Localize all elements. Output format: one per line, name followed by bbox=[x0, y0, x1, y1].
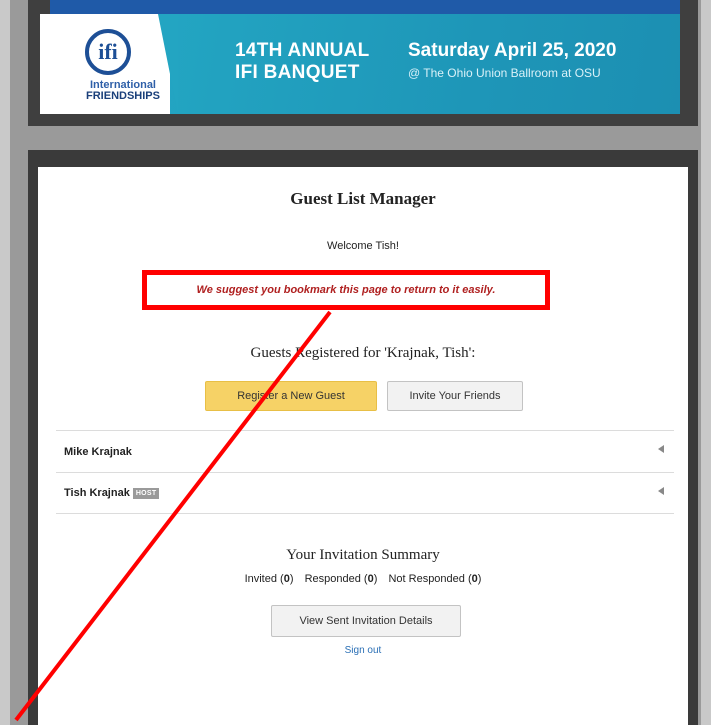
event-line-1: 14TH ANNUAL bbox=[235, 40, 370, 61]
page-title: Guest List Manager bbox=[290, 189, 436, 208]
invited-label: Invited bbox=[244, 573, 277, 585]
responded-count: 0 bbox=[367, 573, 374, 585]
guest-row[interactable]: Tish Krajnak HOST bbox=[56, 472, 674, 514]
event-venue: @ The Ohio Union Ballroom at OSU bbox=[408, 66, 601, 80]
event-date: Saturday April 25, 2020 bbox=[408, 40, 617, 61]
invite-friends-button[interactable]: Invite Your Friends bbox=[387, 381, 523, 411]
guest-row[interactable]: Mike Krajnak bbox=[56, 430, 674, 472]
bookmark-message: We suggest you bookmark this page to ret… bbox=[196, 284, 496, 296]
responded-label: Responded bbox=[304, 573, 361, 585]
invitation-summary-counts: Invited (0) Responded (0) Not Responded … bbox=[244, 573, 482, 585]
guest-name: Tish Krajnak bbox=[64, 487, 130, 499]
event-name: 14TH ANNUAL IFI BANQUET bbox=[235, 40, 370, 84]
logo-letters: ifi bbox=[98, 39, 118, 64]
host-badge: HOST bbox=[132, 487, 160, 499]
sign-out-link[interactable]: Sign out bbox=[38, 645, 688, 656]
banner-top-strip bbox=[50, 0, 680, 14]
event-line-2: IFI BANQUET bbox=[235, 62, 360, 83]
guest-name: Mike Krajnak bbox=[64, 445, 132, 458]
not-responded-count: 0 bbox=[471, 573, 478, 585]
invitation-summary-heading: Your Invitation Summary bbox=[286, 547, 440, 563]
register-new-guest-button[interactable]: Register a New Guest bbox=[205, 381, 377, 411]
expand-arrow-icon[interactable] bbox=[658, 487, 664, 495]
welcome-message: Welcome Tish! bbox=[327, 240, 399, 252]
not-responded-label: Not Responded bbox=[388, 573, 465, 585]
invited-count: 0 bbox=[283, 573, 290, 585]
banner-notch bbox=[158, 14, 178, 114]
event-banner: ifi International FRIENDSHIPS 14TH ANNUA… bbox=[40, 14, 680, 114]
bookmark-annotation-box: We suggest you bookmark this page to ret… bbox=[142, 270, 550, 310]
guest-list-panel: Guest List Manager Welcome Tish! We sugg… bbox=[38, 167, 688, 725]
expand-arrow-icon[interactable] bbox=[658, 445, 664, 453]
ifi-logo-icon: ifi bbox=[85, 29, 131, 75]
left-gutter bbox=[0, 0, 10, 725]
view-sent-invitation-details-button[interactable]: View Sent Invitation Details bbox=[271, 605, 461, 637]
right-gutter bbox=[701, 0, 711, 725]
guests-heading: Guests Registered for 'Krajnak, Tish': bbox=[250, 345, 476, 361]
